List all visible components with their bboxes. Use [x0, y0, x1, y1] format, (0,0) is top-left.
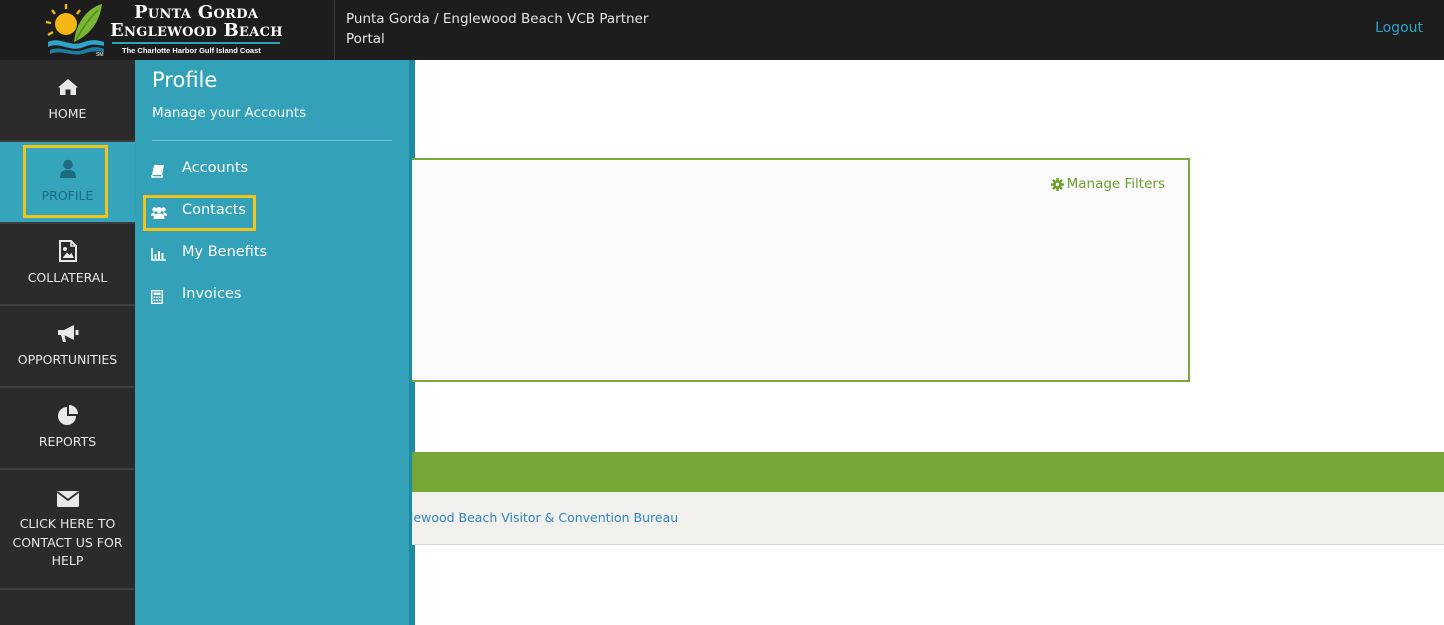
flyout-item-my-benefits[interactable]: My Benefits — [151, 240, 391, 270]
sidebar-item-label: CLICK HERE TO CONTACT US FOR HELP — [12, 516, 123, 568]
top-header: SM Punta Gorda Englewood Beach The Charl… — [0, 0, 1444, 60]
sidebar-item-label: HOME — [48, 106, 87, 121]
bar-chart-icon — [151, 248, 166, 261]
contacts-highlight — [143, 195, 256, 231]
flyout-title: Profile — [152, 68, 218, 92]
logo-line-2: Englewood Beach — [110, 20, 283, 41]
home-icon — [57, 79, 78, 95]
sidebar-item-label: COLLATERAL — [27, 270, 108, 285]
sidebar-item-collateral[interactable]: COLLATERAL — [0, 224, 135, 306]
pie-chart-icon — [57, 405, 78, 425]
profile-highlight — [23, 145, 108, 218]
manage-filters-link[interactable]: Manage Filters — [1050, 176, 1165, 192]
sidebar-item-label: OPPORTUNITIES — [17, 352, 118, 367]
footer-clip: glewood Beach Visitor & Convention Burea… — [412, 492, 1444, 545]
filter-panel: Manage Filters — [412, 158, 1190, 382]
sidebar-item-label: REPORTS — [38, 434, 97, 449]
sidebar-item-opportunities[interactable]: OPPORTUNITIES — [0, 306, 135, 388]
sidebar-item-home[interactable]: HOME — [0, 60, 135, 142]
megaphone-icon — [57, 325, 78, 342]
flyout-subtitle: Manage your Accounts — [152, 105, 307, 121]
footer-link[interactable]: glewood Beach Visitor & Convention Burea… — [412, 510, 678, 525]
profile-flyout-panel: Profile Manage your Accounts Accounts Co… — [135, 60, 410, 625]
manage-filters-label: Manage Filters — [1066, 176, 1165, 192]
logo[interactable]: SM Punta Gorda Englewood Beach The Charl… — [0, 0, 335, 60]
flyout-item-accounts[interactable]: Accounts — [151, 156, 391, 186]
green-section-bar — [412, 452, 1444, 492]
sun-logo-icon: SM — [45, 4, 104, 58]
flyout-item-invoices[interactable]: Invoices — [151, 282, 391, 312]
flyout-item-label: Invoices — [182, 286, 242, 302]
flyout-item-label: My Benefits — [182, 244, 268, 260]
sidebar-item-contact-help[interactable]: CLICK HERE TO CONTACT US FOR HELP — [0, 470, 135, 590]
image-file-icon — [58, 240, 77, 262]
portal-title: Punta Gorda / Englewood Beach VCB Partne… — [346, 11, 649, 47]
logo-divider — [112, 42, 280, 44]
logo-tagline: The Charlotte Harbor Gulf Island Coast — [122, 46, 261, 55]
gear-icon — [1050, 178, 1064, 191]
sidebar-item-reports[interactable]: REPORTS — [0, 388, 135, 470]
calculator-icon — [151, 290, 163, 304]
flyout-item-label: Accounts — [182, 160, 249, 176]
flyout-divider — [152, 140, 392, 141]
envelope-icon — [56, 491, 79, 507]
book-icon — [151, 165, 164, 178]
logout-link[interactable]: Logout — [1375, 20, 1423, 36]
svg-text:SM: SM — [96, 52, 104, 58]
